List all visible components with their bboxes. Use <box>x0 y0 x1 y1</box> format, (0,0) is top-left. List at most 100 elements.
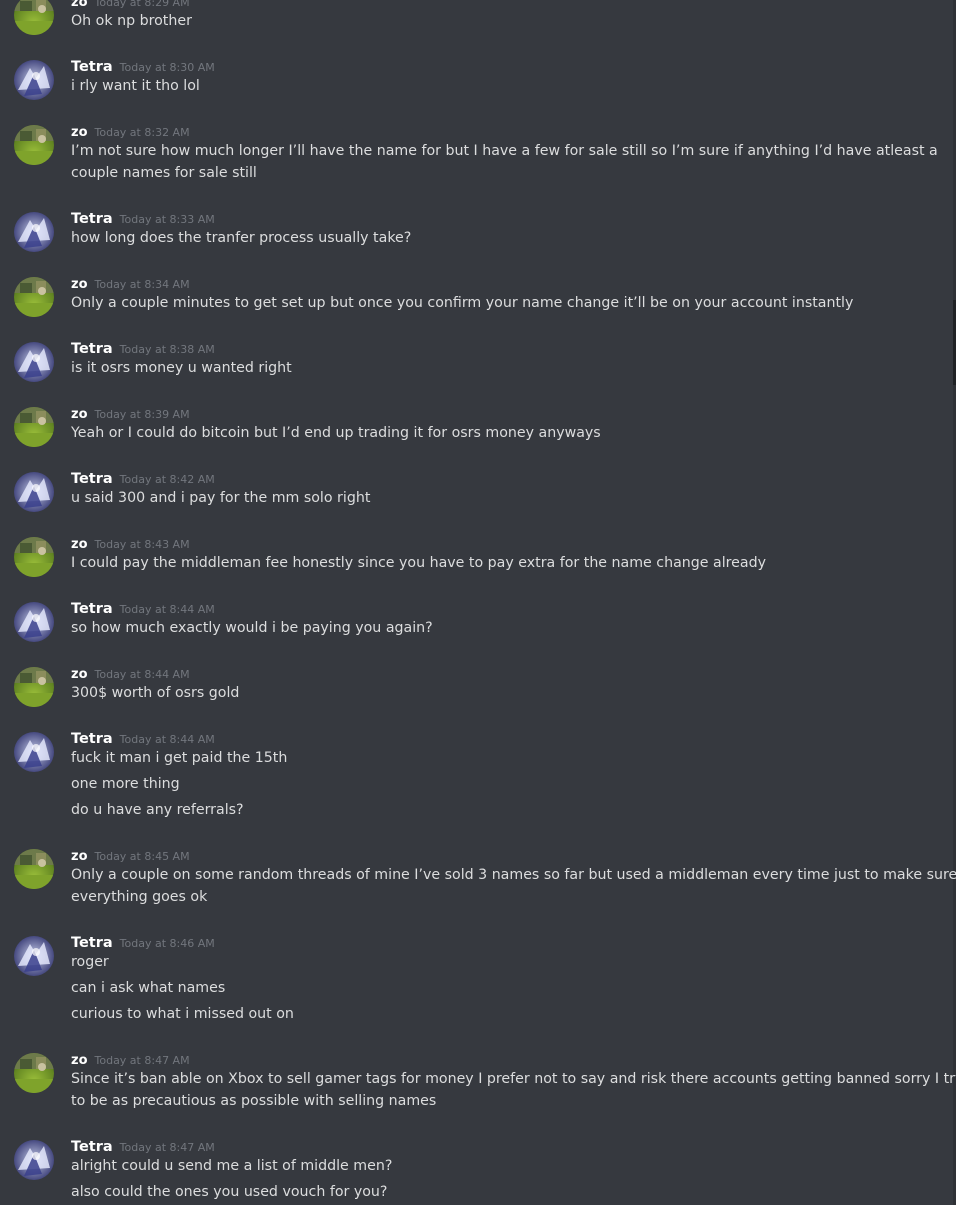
avatar-tetra[interactable] <box>14 936 54 976</box>
message-header: zo Today at 8:32 AM <box>71 121 190 141</box>
username[interactable]: Tetra <box>71 211 113 227</box>
message-group: Tetra Today at 8:38 AM is it osrs money u … <box>0 338 940 386</box>
username[interactable]: Tetra <box>71 731 113 747</box>
username[interactable]: zo <box>71 0 88 10</box>
message-group: zo Today at 8:32 AM I’m not sure how much … <box>0 121 940 195</box>
avatar-tetra[interactable] <box>14 472 54 512</box>
message-group: Tetra Today at 8:30 AM i rly want it tho l… <box>0 56 940 104</box>
message-group: zo Today at 8:45 AM Only a couple on some … <box>0 845 956 919</box>
avatar-zo[interactable] <box>14 407 54 447</box>
message-text: Since it’s ban able on Xbox to sell game… <box>71 1071 956 1087</box>
username[interactable]: Tetra <box>71 601 113 617</box>
timestamp: Today at 8:42 AM <box>119 473 215 486</box>
timestamp: Today at 8:44 AM <box>119 733 215 746</box>
username[interactable]: zo <box>71 407 88 422</box>
username[interactable]: Tetra <box>71 1139 113 1155</box>
username[interactable]: zo <box>71 537 88 552</box>
message-header: zo Today at 8:39 AM <box>71 403 190 423</box>
timestamp: Today at 8:38 AM <box>119 343 215 356</box>
message-group: Tetra Today at 8:47 AM alright could u sen… <box>0 1136 940 1205</box>
message-text: I’m not sure how much longer I’ll have t… <box>71 143 938 159</box>
timestamp: Today at 8:29 AM <box>94 0 190 9</box>
username[interactable]: Tetra <box>71 341 113 357</box>
message-header: zo Today at 8:44 AM <box>71 663 190 683</box>
message-header: Tetra Today at 8:44 AM <box>71 728 215 748</box>
avatar-tetra[interactable] <box>14 732 54 772</box>
message-text: I could pay the middleman fee honestly s… <box>71 555 766 571</box>
timestamp: Today at 8:34 AM <box>94 278 190 291</box>
username[interactable]: zo <box>71 1053 88 1068</box>
message-group: Tetra Today at 8:42 AM u said 300 and i pa… <box>0 468 940 516</box>
avatar-zo[interactable] <box>14 537 54 577</box>
message-group: zo Today at 8:44 AM 300$ worth of osrs gol… <box>0 663 940 711</box>
message-header: zo Today at 8:47 AM <box>71 1049 190 1069</box>
message-text: so how much exactly would i be paying yo… <box>71 620 433 636</box>
message-header: zo Today at 8:34 AM <box>71 273 190 293</box>
message-group: zo Today at 8:43 AM I could pay the middle… <box>0 533 940 581</box>
avatar-zo[interactable] <box>14 0 54 35</box>
message-text: Only a couple on some random threads of … <box>71 867 956 883</box>
message-text: u said 300 and i pay for the mm solo rig… <box>71 490 371 506</box>
avatar-zo[interactable] <box>14 1053 54 1093</box>
message-text: can i ask what names <box>71 980 226 996</box>
username[interactable]: Tetra <box>71 59 113 75</box>
message-group: Tetra Today at 8:44 AM fuck it man i get p… <box>0 728 940 828</box>
message-header: zo Today at 8:43 AM <box>71 533 190 553</box>
avatar-zo[interactable] <box>14 125 54 165</box>
avatar-tetra[interactable] <box>14 1140 54 1180</box>
timestamp: Today at 8:47 AM <box>94 1054 190 1067</box>
message-group: zo Today at 8:39 AM Yeah or I could do bit… <box>0 403 940 451</box>
avatar-tetra[interactable] <box>14 342 54 382</box>
message-header: Tetra Today at 8:46 AM <box>71 932 215 952</box>
message-text: is it osrs money u wanted right <box>71 360 292 376</box>
avatar-zo[interactable] <box>14 667 54 707</box>
message-header: Tetra Today at 8:33 AM <box>71 208 215 228</box>
message-text: roger <box>71 954 109 970</box>
username[interactable]: zo <box>71 125 88 140</box>
username[interactable]: Tetra <box>71 471 113 487</box>
message-text: how long does the tranfer process usuall… <box>71 230 412 246</box>
timestamp: Today at 8:32 AM <box>94 126 190 139</box>
message-group: zo Today at 8:34 AM Only a couple minutes … <box>0 273 940 321</box>
message-header: zo Today at 8:45 AM <box>71 845 190 865</box>
timestamp: Today at 8:44 AM <box>119 603 215 616</box>
message-group: Tetra Today at 8:44 AM so how much exactly… <box>0 598 940 646</box>
timestamp: Today at 8:44 AM <box>94 668 190 681</box>
avatar-tetra[interactable] <box>14 602 54 642</box>
avatar-tetra[interactable] <box>14 212 54 252</box>
message-text: do u have any referrals? <box>71 802 244 818</box>
username[interactable]: zo <box>71 667 88 682</box>
message-text: Oh ok np brother <box>71 13 192 29</box>
message-text: curious to what i missed out on <box>71 1006 294 1022</box>
timestamp: Today at 8:46 AM <box>119 937 215 950</box>
username[interactable]: Tetra <box>71 935 113 951</box>
timestamp: Today at 8:39 AM <box>94 408 190 421</box>
message-text: one more thing <box>71 776 180 792</box>
message-text: everything goes ok <box>71 889 208 905</box>
message-text: i rly want it tho lol <box>71 78 200 94</box>
message-header: Tetra Today at 8:42 AM <box>71 468 215 488</box>
chat-message-list[interactable]: zo Today at 8:29 AM Oh ok np brother Tetra T… <box>0 0 956 1205</box>
message-group: zo Today at 8:47 AM Since it’s ban able on… <box>0 1049 956 1123</box>
username[interactable]: zo <box>71 277 88 292</box>
timestamp: Today at 8:30 AM <box>119 61 215 74</box>
message-text: also could the ones you used vouch for y… <box>71 1184 388 1200</box>
timestamp: Today at 8:43 AM <box>94 538 190 551</box>
message-text: Yeah or I could do bitcoin but I’d end u… <box>71 425 601 441</box>
avatar-tetra[interactable] <box>14 60 54 100</box>
message-text: alright could u send me a list of middle… <box>71 1158 393 1174</box>
username[interactable]: zo <box>71 849 88 864</box>
timestamp: Today at 8:47 AM <box>119 1141 215 1154</box>
message-header: Tetra Today at 8:44 AM <box>71 598 215 618</box>
message-group: Tetra Today at 8:46 AM roger can i ask what… <box>0 932 940 1032</box>
message-header: Tetra Today at 8:38 AM <box>71 338 215 358</box>
message-header: Tetra Today at 8:47 AM <box>71 1136 215 1156</box>
avatar-zo[interactable] <box>14 849 54 889</box>
message-text: 300$ worth of osrs gold <box>71 685 240 701</box>
message-header: Tetra Today at 8:30 AM <box>71 56 215 76</box>
message-group: zo Today at 8:29 AM Oh ok np brother <box>0 0 940 39</box>
message-text: couple names for sale still <box>71 165 257 181</box>
timestamp: Today at 8:45 AM <box>94 850 190 863</box>
avatar-zo[interactable] <box>14 277 54 317</box>
message-text: fuck it man i get paid the 15th <box>71 750 288 766</box>
